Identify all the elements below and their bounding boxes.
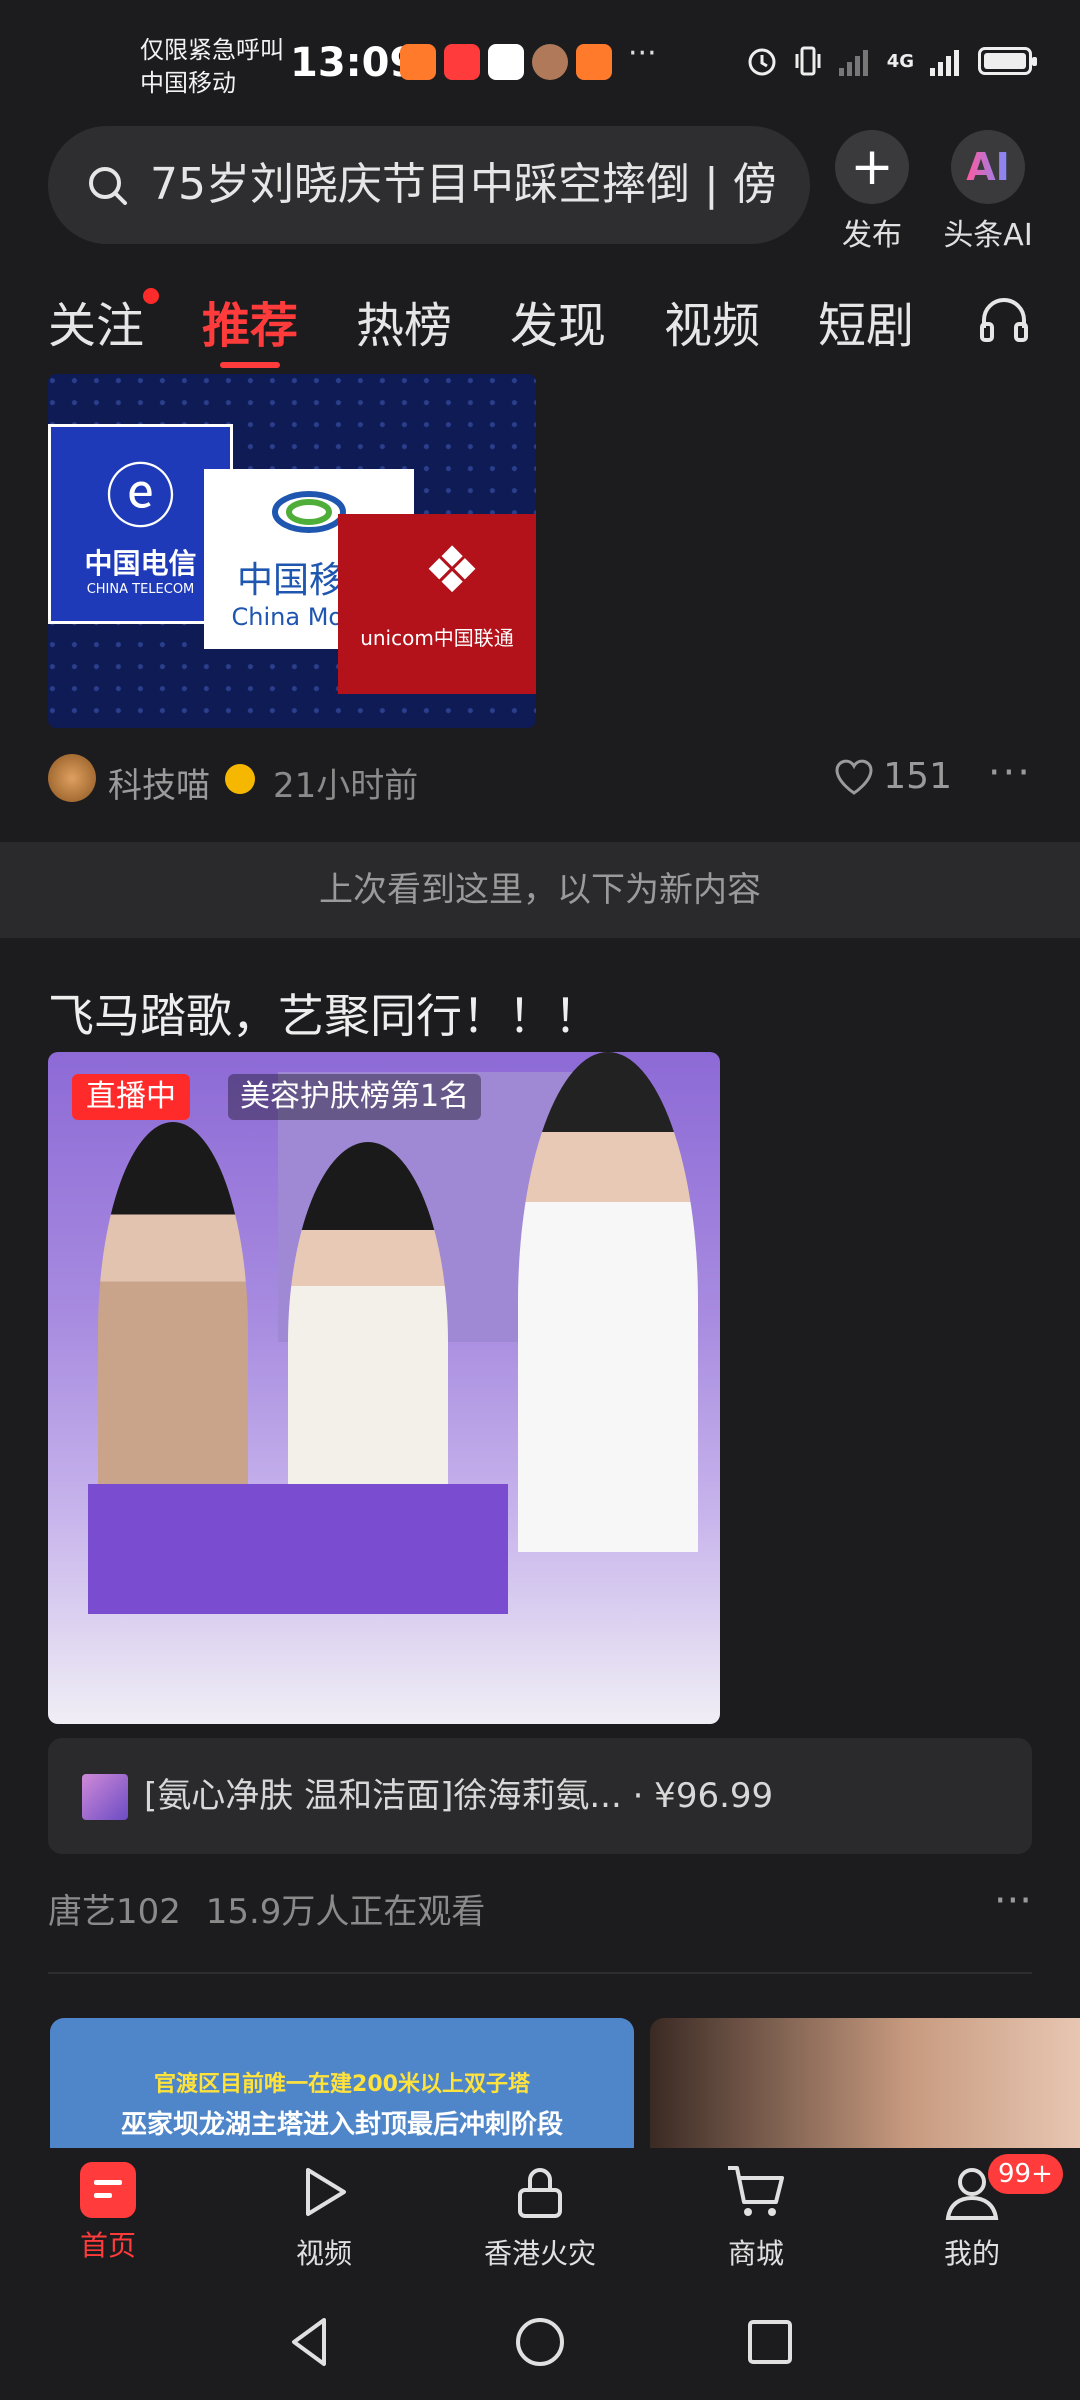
- viewer-count: 15.9万人正在观看: [205, 1892, 486, 1932]
- recents-icon[interactable]: [740, 2312, 800, 2372]
- system-icons: 4G: [745, 44, 1037, 78]
- ai-icon: AI: [951, 130, 1025, 204]
- post-time: 21小时前: [273, 766, 419, 806]
- mobile-app-notification-icon: [488, 44, 524, 80]
- preview-card-image[interactable]: [650, 2018, 1080, 2148]
- nav-video[interactable]: 视频: [244, 2162, 404, 2272]
- unread-dot: [143, 288, 159, 304]
- china-unicom-logo: ❖ unicom中国联通: [338, 514, 536, 694]
- status-bar: 仅限紧急呼叫 中国移动 13:09 ··· 4G: [0, 0, 1080, 122]
- rank-badge: 美容护肤榜第1名: [228, 1074, 482, 1120]
- toutiao-ai-button[interactable]: AI 头条AI: [938, 130, 1038, 254]
- tab-follow[interactable]: 关注: [48, 286, 144, 356]
- home-circle-icon[interactable]: [510, 2312, 570, 2372]
- more-notifications-icon: ···: [628, 36, 657, 71]
- product-card[interactable]: [氨心净肤 温和洁面]徐海莉氨... · ¥96.99: [48, 1738, 1032, 1854]
- nav-mall[interactable]: 商城: [676, 2162, 836, 2272]
- active-tab-indicator: [220, 362, 280, 368]
- search-bar[interactable]: 75岁刘晓庆节目中踩空摔倒 | 傍: [48, 126, 810, 244]
- signal-strength-icon: [930, 50, 959, 76]
- product-title: [氨心净肤 温和洁面]徐海莉氨... · ¥96.99: [144, 1776, 774, 1816]
- battery-icon: [978, 47, 1037, 75]
- back-icon[interactable]: [280, 2312, 340, 2372]
- cart-icon: [728, 2166, 784, 2216]
- tab-hot-list[interactable]: 热榜: [356, 286, 452, 356]
- tab-video[interactable]: 视频: [664, 286, 760, 356]
- home-icon: [80, 2162, 136, 2218]
- plus-icon: +: [835, 130, 909, 204]
- search-icon: [89, 167, 127, 205]
- tab-discover[interactable]: 发现: [510, 286, 606, 356]
- video-person: [98, 1122, 248, 1542]
- avatar-notification-icon: [532, 44, 568, 80]
- system-navigation-bar: [0, 2290, 1080, 2400]
- app-notification-icon: [400, 44, 436, 80]
- publish-label: 发布: [842, 218, 902, 253]
- more-options-icon[interactable]: ···: [994, 1878, 1032, 1924]
- search-query: 75岁刘晓庆节目中踩空摔倒 | 傍: [150, 159, 777, 210]
- huawei-notification-icon: [444, 44, 480, 80]
- live-video[interactable]: 直播中 美容护肤榜第1名: [48, 1052, 720, 1724]
- post-meta: 科技喵 21小时前 151 ···: [48, 750, 1032, 810]
- network-type-label: 4G: [886, 50, 914, 72]
- like-count: 151: [883, 756, 952, 797]
- verified-badge-icon: [225, 764, 255, 794]
- lock-icon: [518, 2168, 562, 2218]
- product-display: [88, 1484, 508, 1614]
- author-avatar[interactable]: [48, 754, 96, 802]
- video-person: [288, 1142, 448, 1542]
- post-title[interactable]: 飞马踏歌，艺聚同行！！！: [48, 980, 600, 1046]
- more-options-icon[interactable]: ···: [988, 750, 1032, 796]
- shop-notification-icon: [576, 44, 612, 80]
- alarm-icon: [748, 48, 776, 76]
- video-person: [518, 1052, 698, 1552]
- ai-label: 头条AI: [943, 218, 1033, 253]
- live-meta: 唐艺102 15.9万人正在观看: [48, 1884, 485, 1933]
- like-button[interactable]: 151: [833, 756, 952, 797]
- author-name[interactable]: 科技喵: [108, 758, 210, 807]
- heart-icon: [835, 759, 873, 795]
- status-time: 13:09: [290, 40, 418, 86]
- nav-hk-fire[interactable]: 香港火灾: [460, 2162, 620, 2272]
- post-image-telecom[interactable]: ⓔ 中国电信 CHINA TELECOM 中国移动 China Mobile ❖…: [48, 374, 536, 728]
- play-icon: [306, 2168, 346, 2216]
- live-badge: 直播中: [72, 1074, 190, 1120]
- carrier-info: 仅限紧急呼叫 中国移动: [140, 36, 284, 97]
- nav-home[interactable]: 首页: [28, 2162, 188, 2264]
- notification-badge: 99+: [988, 2154, 1063, 2194]
- product-thumbnail: [82, 1774, 128, 1820]
- new-content-divider[interactable]: 上次看到这里，以下为新内容: [0, 842, 1080, 938]
- china-mobile-symbol-icon: [272, 491, 346, 533]
- streamer-name[interactable]: 唐艺102: [48, 1892, 181, 1932]
- signal-icon: [838, 50, 868, 76]
- bottom-nav: 首页 视频 香港火灾 商城 我的: [0, 2148, 1080, 2278]
- tab-short-drama[interactable]: 短剧: [818, 286, 914, 356]
- publish-button[interactable]: + 发布: [822, 130, 922, 254]
- vibrate-icon: [795, 46, 821, 76]
- feed-separator: [48, 1972, 1032, 1974]
- preview-card-news[interactable]: 官渡区目前唯一在建200米以上双子塔 巫家坝龙湖主塔进入封顶最后冲刺阶段: [50, 2018, 634, 2148]
- headphones-icon[interactable]: [976, 292, 1032, 348]
- tab-recommend[interactable]: 推荐: [202, 286, 298, 356]
